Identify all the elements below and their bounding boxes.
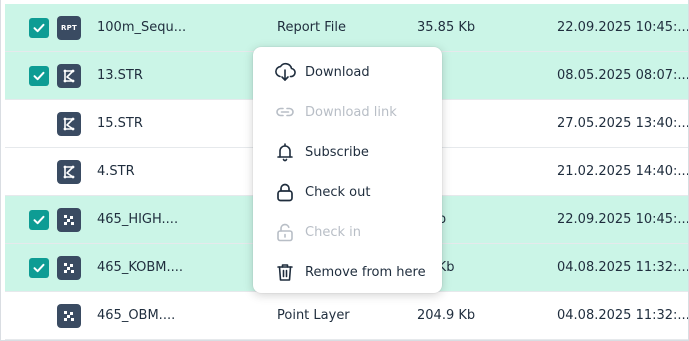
table-row[interactable]: 465_OBM.... Point Layer 204.9 Kb 04.08.2… xyxy=(5,292,688,340)
context-menu: Download Download link Subscribe Check o… xyxy=(253,47,442,293)
link-icon xyxy=(273,100,297,124)
file-size: 204.9 Kb xyxy=(417,308,476,323)
file-size: 35.85 Kb xyxy=(417,20,476,35)
row-checkbox[interactable] xyxy=(29,258,49,278)
menu-item-subscribe[interactable]: Subscribe xyxy=(253,132,442,172)
file-date: 21.02.2025 14:40:... xyxy=(557,164,688,179)
file-type: Point Layer xyxy=(277,308,350,323)
file-date: 04.08.2025 11:32:... xyxy=(557,308,688,323)
point-layer-icon xyxy=(57,208,81,232)
menu-item-check-out[interactable]: Check out xyxy=(253,172,442,212)
row-checkbox[interactable] xyxy=(29,66,49,86)
row-checkbox[interactable] xyxy=(29,18,49,38)
menu-item-download[interactable]: Download xyxy=(253,52,442,92)
file-date: 04.08.2025 11:32:... xyxy=(557,260,688,275)
structure-icon xyxy=(57,64,81,88)
report-icon-label: RPT xyxy=(61,24,77,32)
file-date: 27.05.2025 13:40:... xyxy=(557,116,688,131)
menu-item-remove[interactable]: Remove from here xyxy=(253,252,442,292)
file-date: 22.09.2025 10:45:... xyxy=(557,20,688,35)
file-name[interactable]: 15.STR xyxy=(97,100,257,148)
file-name[interactable]: 465_OBM.... xyxy=(97,292,257,340)
download-icon xyxy=(273,60,297,84)
file-date: 08.05.2025 08:07:... xyxy=(557,68,688,83)
file-list: RPT 100m_Sequ... Report File 35.85 Kb 22… xyxy=(0,0,689,341)
file-name[interactable]: 4.STR xyxy=(97,148,257,196)
trash-icon xyxy=(273,260,297,284)
structure-icon xyxy=(57,160,81,184)
table-row[interactable]: RPT 100m_Sequ... Report File 35.85 Kb 22… xyxy=(5,4,688,52)
menu-item-label: Subscribe xyxy=(305,144,369,160)
report-icon: RPT xyxy=(57,16,81,40)
menu-item-label: Check out xyxy=(305,184,371,200)
menu-item-label: Download link xyxy=(305,104,397,120)
menu-item-check-in[interactable]: Check in xyxy=(253,212,442,252)
point-layer-icon xyxy=(57,256,81,280)
bell-icon xyxy=(273,140,297,164)
checkmark-icon xyxy=(33,263,45,273)
menu-item-download-link[interactable]: Download link xyxy=(253,92,442,132)
menu-item-label: Remove from here xyxy=(305,264,426,280)
checkmark-icon xyxy=(33,215,45,225)
file-name[interactable]: 465_KOBM.... xyxy=(97,244,257,292)
menu-item-label: Check in xyxy=(305,224,361,240)
file-type: Report File xyxy=(277,20,346,35)
file-name[interactable]: 100m_Sequ... xyxy=(97,4,257,52)
lock-icon xyxy=(273,180,297,204)
file-name[interactable]: 13.STR xyxy=(97,52,257,100)
row-checkbox[interactable] xyxy=(29,210,49,230)
structure-icon xyxy=(57,112,81,136)
checkmark-icon xyxy=(33,71,45,81)
file-name[interactable]: 465_HIGH.... xyxy=(97,196,257,244)
checkmark-icon xyxy=(33,23,45,33)
menu-item-label: Download xyxy=(305,64,370,80)
point-layer-icon xyxy=(57,304,81,328)
unlock-icon xyxy=(273,220,297,244)
file-date: 22.09.2025 10:45:... xyxy=(557,212,688,227)
